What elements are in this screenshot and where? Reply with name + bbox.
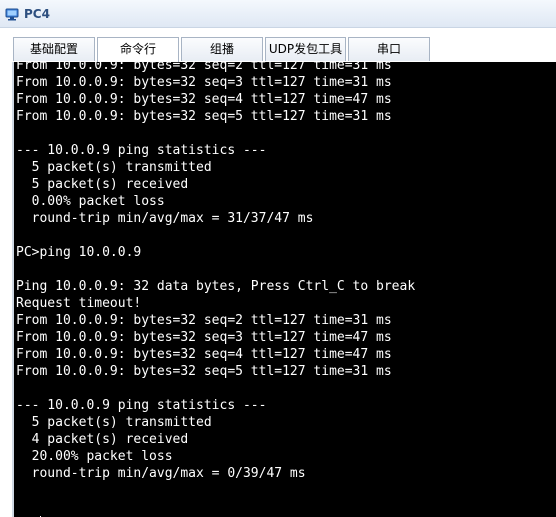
terminal-line: From 10.0.0.9: bytes=32 seq=3 ttl=127 ti… <box>16 330 392 345</box>
terminal-line: From 10.0.0.9: bytes=32 seq=2 ttl=127 ti… <box>16 62 392 73</box>
tab-serial-port[interactable]: 串口 <box>348 37 430 61</box>
terminal-line: 0.00% packet loss <box>16 194 165 209</box>
tab-multicast[interactable]: 组播 <box>181 37 263 61</box>
tab-bar: 基础配置 命令行 组播 UDP发包工具 串口 <box>0 28 556 62</box>
terminal-line: From 10.0.0.9: bytes=32 seq=5 ttl=127 ti… <box>16 364 392 379</box>
terminal-line: PC>ping 10.0.0.9 <box>16 245 142 260</box>
terminal-line: 5 packet(s) received <box>16 177 189 192</box>
terminal-line: round-trip min/avg/max = 31/37/47 ms <box>16 211 314 226</box>
terminal-line: 4 packet(s) received <box>16 432 189 447</box>
terminal-line: round-trip min/avg/max = 0/39/47 ms <box>16 466 306 481</box>
terminal-line: From 10.0.0.9: bytes=32 seq=5 ttl=127 ti… <box>16 109 392 124</box>
terminal-console[interactable]: From 10.0.0.9: bytes=32 seq=2 ttl=127 ti… <box>12 62 556 517</box>
terminal-line: --- 10.0.0.9 ping statistics --- <box>16 398 267 413</box>
terminal-line: From 10.0.0.9: bytes=32 seq=4 ttl=127 ti… <box>16 347 392 362</box>
tab-udp-tool[interactable]: UDP发包工具 <box>265 37 346 61</box>
terminal-line: From 10.0.0.9: bytes=32 seq=3 ttl=127 ti… <box>16 75 392 90</box>
terminal-line: From 10.0.0.9: bytes=32 seq=4 ttl=127 ti… <box>16 92 392 107</box>
terminal-line: 5 packet(s) transmitted <box>16 415 212 430</box>
terminal-line: 20.00% packet loss <box>16 449 173 464</box>
pc-monitor-icon <box>5 6 19 21</box>
tab-basic-config[interactable]: 基础配置 <box>13 37 95 61</box>
terminal-line: 5 packet(s) transmitted <box>16 160 212 175</box>
terminal-output: From 10.0.0.9: bytes=32 seq=2 ttl=127 ti… <box>16 62 415 517</box>
title-bar: PC4 <box>0 0 556 28</box>
terminal-line: Request timeout! <box>16 296 142 311</box>
tab-command-line[interactable]: 命令行 <box>97 37 179 62</box>
terminal-line: From 10.0.0.9: bytes=32 seq=2 ttl=127 ti… <box>16 313 392 328</box>
terminal-line: Ping 10.0.0.9: 32 data bytes, Press Ctrl… <box>16 279 416 294</box>
window-title: PC4 <box>24 7 50 21</box>
terminal-line: --- 10.0.0.9 ping statistics --- <box>16 143 267 158</box>
